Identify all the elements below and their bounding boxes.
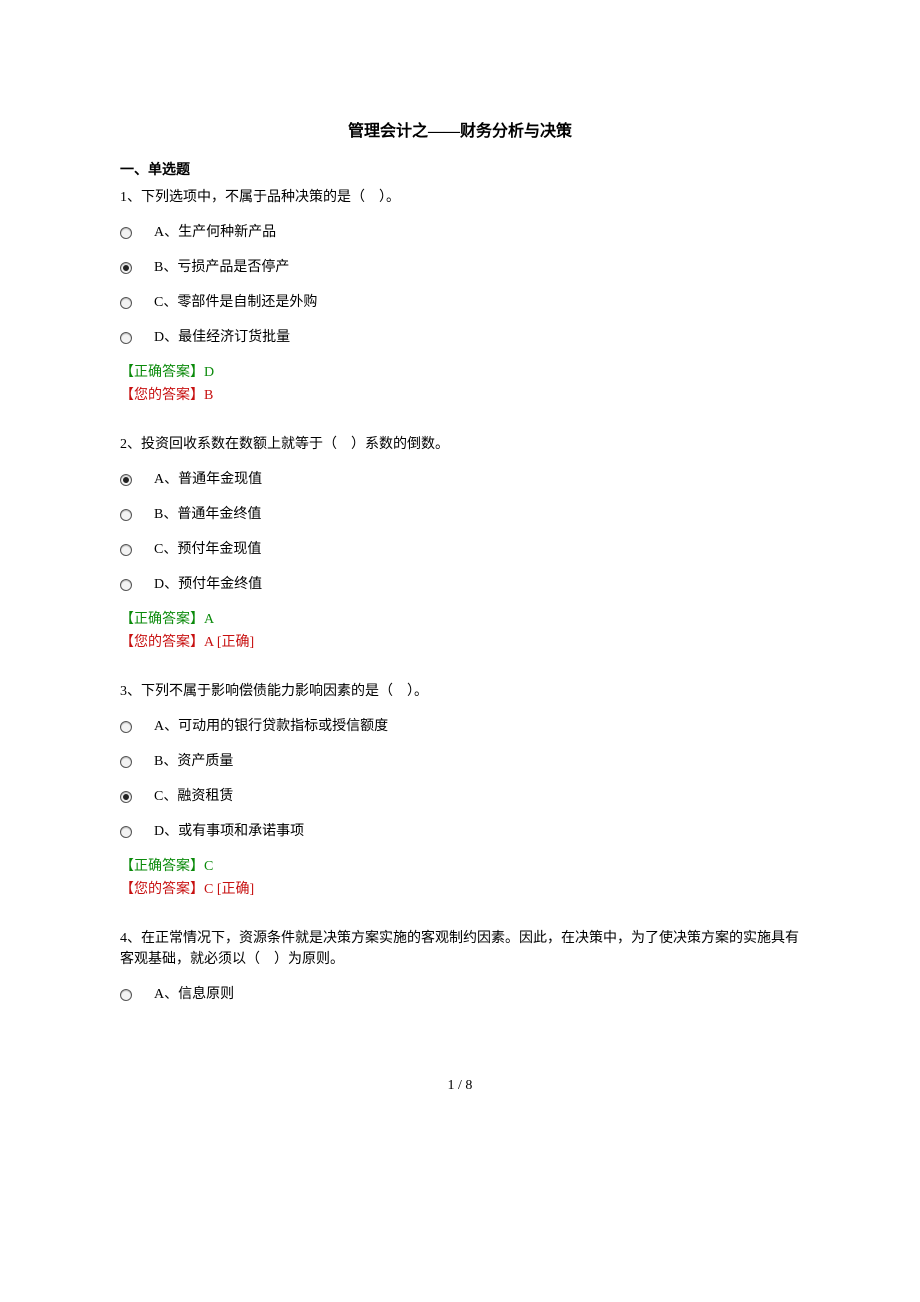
your-answer: 【您的答案】A [正确] — [120, 632, 800, 653]
radio-icon[interactable] — [120, 332, 132, 344]
radio-icon[interactable] — [120, 262, 132, 274]
option-row: D、预付年金终值 — [120, 574, 800, 595]
radio-icon[interactable] — [120, 791, 132, 803]
option-row: C、融资租赁 — [120, 786, 800, 807]
option-label: C、融资租赁 — [154, 786, 233, 807]
option-row: B、亏损产品是否停产 — [120, 257, 800, 278]
radio-icon[interactable] — [120, 474, 132, 486]
page-number: 1 / 8 — [120, 1075, 800, 1096]
option-row: A、信息原则 — [120, 984, 800, 1005]
correct-answer: 【正确答案】D — [120, 362, 800, 383]
radio-icon[interactable] — [120, 756, 132, 768]
option-label: B、资产质量 — [154, 751, 233, 772]
your-answer-text: 【您的答案】A — [120, 635, 213, 650]
radio-icon[interactable] — [120, 227, 132, 239]
option-row: A、可动用的银行贷款指标或授信额度 — [120, 716, 800, 737]
option-row: A、普通年金现值 — [120, 469, 800, 490]
option-label: A、信息原则 — [154, 984, 234, 1005]
option-label: A、普通年金现值 — [154, 469, 262, 490]
question-block: 4、在正常情况下，资源条件就是决策方案实施的客观制约因素。因此，在决策中，为了使… — [120, 928, 800, 1005]
option-label: D、预付年金终值 — [154, 574, 262, 595]
radio-icon[interactable] — [120, 579, 132, 591]
correct-answer: 【正确答案】C — [120, 856, 800, 877]
section-header: 一、单选题 — [120, 160, 800, 181]
radio-icon[interactable] — [120, 721, 132, 733]
option-row: B、普通年金终值 — [120, 504, 800, 525]
question-block: 2、投资回收系数在数额上就等于（ ）系数的倒数。 A、普通年金现值 B、普通年金… — [120, 434, 800, 653]
option-row: B、资产质量 — [120, 751, 800, 772]
question-text: 3、下列不属于影响偿债能力影响因素的是（ ）。 — [120, 681, 800, 702]
correct-answer: 【正确答案】A — [120, 609, 800, 630]
document-title: 管理会计之——财务分析与决策 — [120, 120, 800, 144]
question-text: 2、投资回收系数在数额上就等于（ ）系数的倒数。 — [120, 434, 800, 455]
option-label: A、生产何种新产品 — [154, 222, 276, 243]
answer-mark: [正确] — [213, 882, 254, 897]
your-answer: 【您的答案】C [正确] — [120, 879, 800, 900]
your-answer-text: 【您的答案】C — [120, 882, 213, 897]
option-label: B、普通年金终值 — [154, 504, 261, 525]
option-label: C、预付年金现值 — [154, 539, 261, 560]
question-block: 1、下列选项中，不属于品种决策的是（ ）。 A、生产何种新产品 B、亏损产品是否… — [120, 187, 800, 406]
your-answer-text: 【您的答案】B — [120, 388, 213, 403]
radio-icon[interactable] — [120, 544, 132, 556]
document-page: 管理会计之——财务分析与决策 一、单选题 1、下列选项中，不属于品种决策的是（ … — [0, 0, 920, 1136]
your-answer: 【您的答案】B — [120, 385, 800, 406]
option-row: A、生产何种新产品 — [120, 222, 800, 243]
option-label: D、最佳经济订货批量 — [154, 327, 290, 348]
radio-icon[interactable] — [120, 826, 132, 838]
option-row: D、最佳经济订货批量 — [120, 327, 800, 348]
radio-icon[interactable] — [120, 297, 132, 309]
radio-icon[interactable] — [120, 509, 132, 521]
option-row: D、或有事项和承诺事项 — [120, 821, 800, 842]
radio-icon[interactable] — [120, 989, 132, 1001]
option-row: C、预付年金现值 — [120, 539, 800, 560]
option-row: C、零部件是自制还是外购 — [120, 292, 800, 313]
option-label: C、零部件是自制还是外购 — [154, 292, 317, 313]
option-label: A、可动用的银行贷款指标或授信额度 — [154, 716, 388, 737]
question-text: 1、下列选项中，不属于品种决策的是（ ）。 — [120, 187, 800, 208]
question-block: 3、下列不属于影响偿债能力影响因素的是（ ）。 A、可动用的银行贷款指标或授信额… — [120, 681, 800, 900]
answer-mark: [正确] — [213, 635, 254, 650]
question-text: 4、在正常情况下，资源条件就是决策方案实施的客观制约因素。因此，在决策中，为了使… — [120, 928, 800, 970]
option-label: B、亏损产品是否停产 — [154, 257, 289, 278]
option-label: D、或有事项和承诺事项 — [154, 821, 304, 842]
